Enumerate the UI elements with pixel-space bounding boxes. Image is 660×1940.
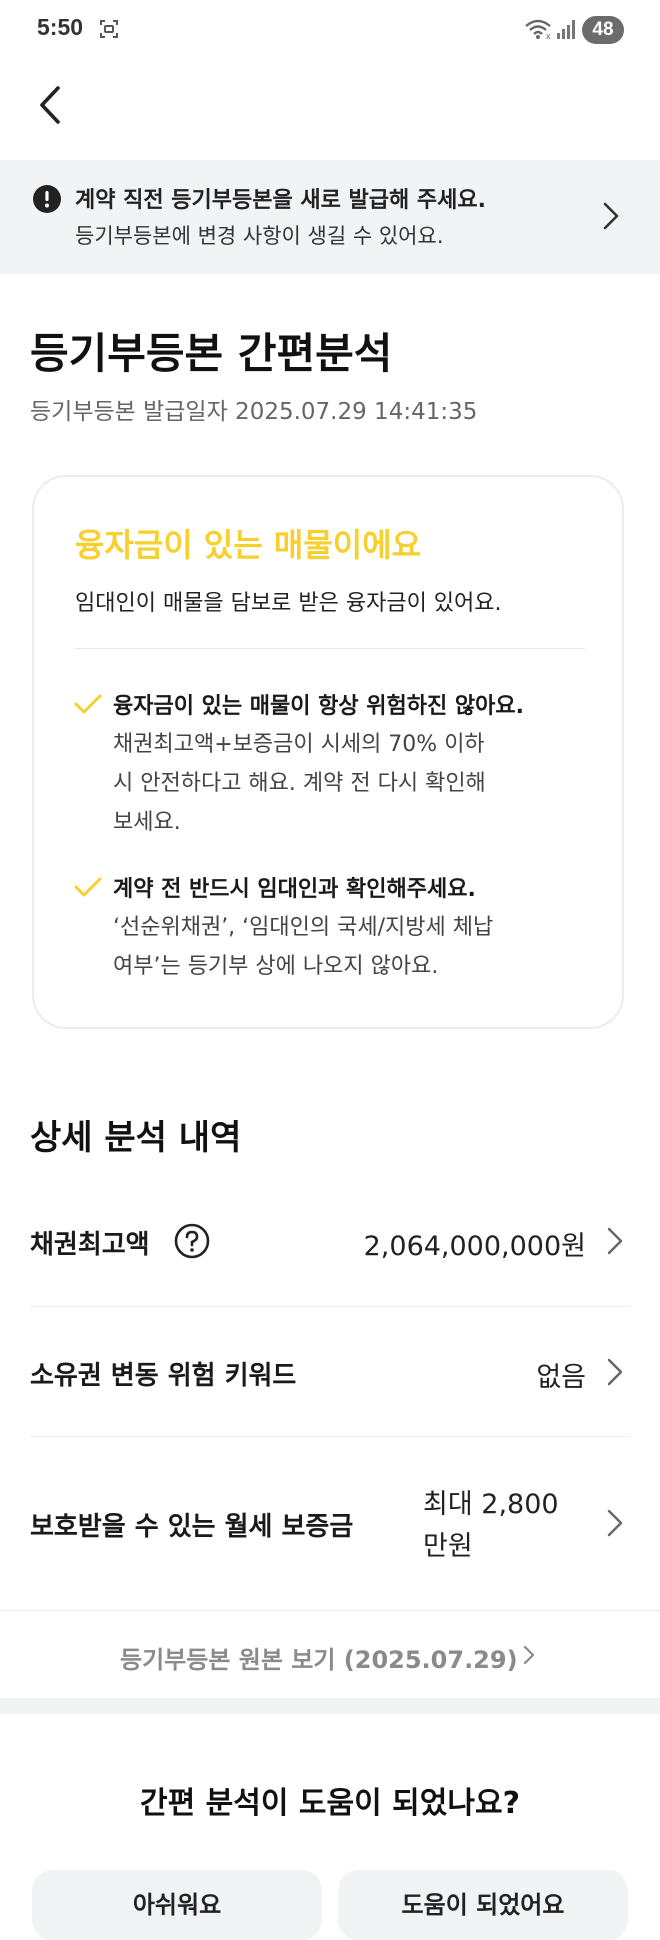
status-bar: 5:50 x 48 — [0, 0, 660, 60]
check-body-line: 채권최고액+보증금이 시세의 70% 이하 — [113, 732, 485, 757]
chevron-right-icon — [523, 1645, 535, 1665]
row-value: 2,064,000,000원 — [363, 1231, 586, 1262]
check-body: ‘선순위채권’, ‘임대인의 국세/지방세 체납 여부’는 등기부 상에 나오지… — [113, 908, 493, 986]
card-divider — [75, 648, 585, 649]
feedback-positive-button[interactable]: 도움이 되었어요 — [338, 1870, 628, 1940]
wifi-icon: x — [525, 19, 551, 40]
chevron-right-icon — [607, 1358, 623, 1386]
row-label: 채권최고액 — [30, 1230, 150, 1260]
check-body-line: 보세요. — [113, 810, 181, 835]
section-title: 상세 분석 내역 — [30, 1118, 242, 1158]
row-value: 최대 2,800 만원 — [423, 1484, 559, 1568]
chevron-right-icon — [607, 1509, 623, 1537]
check-body-line: 여부’는 등기부 상에 나오지 않아요. — [113, 954, 439, 979]
issue-date: 등기부등본 발급일자 2025.07.29 14:41:35 — [30, 399, 478, 425]
feedback-question: 간편 분석이 도움이 되었나요? — [140, 1786, 520, 1821]
row-label: 소유권 변동 위험 키워드 — [30, 1361, 297, 1391]
page-title: 등기부등본 간편분석 — [30, 329, 393, 378]
help-icon[interactable] — [174, 1223, 210, 1259]
feedback-negative-button[interactable]: 아쉬워요 — [32, 1870, 322, 1940]
row-value: 없음 — [536, 1362, 586, 1393]
check-body: 채권최고액+보증금이 시세의 70% 이하 시 안전하다고 해요. 계약 전 다… — [113, 725, 486, 842]
row-value-line: 만원 — [423, 1531, 473, 1562]
check-body-line: 시 안전하다고 해요. 계약 전 다시 확인해 — [113, 771, 486, 796]
notice-subtitle: 등기부등본에 변경 사항이 생길 수 있어요. — [75, 224, 444, 248]
back-arrow-icon[interactable] — [30, 80, 74, 130]
section-separator — [0, 1698, 660, 1714]
check-body-line: ‘선순위채권’, ‘임대인의 국세/지방세 체납 — [113, 915, 494, 940]
row-value-line: 최대 2,800 — [423, 1489, 559, 1520]
check-icon — [74, 694, 102, 714]
alert-icon — [33, 185, 61, 213]
summary-description: 임대인이 매물을 담보로 받은 융자금이 있어요. — [75, 591, 502, 616]
check-title: 융자금이 있는 매물이 항상 위험하진 않아요. — [113, 694, 524, 719]
screen-record-icon — [100, 20, 118, 38]
notice-title: 계약 직전 등기부등본을 새로 발급해 주세요. — [75, 188, 486, 213]
battery-indicator: 48 — [582, 16, 624, 44]
check-title: 계약 전 반드시 임대인과 확인해주세요. — [113, 877, 476, 902]
status-time: 5:50 — [37, 14, 84, 40]
check-icon — [74, 877, 102, 897]
row-label: 보호받을 수 있는 월세 보증금 — [30, 1512, 354, 1542]
summary-headline: 융자금이 있는 매물이에요 — [75, 526, 422, 564]
chevron-right-icon — [603, 202, 619, 230]
svg-text:x: x — [546, 31, 551, 40]
signal-icon — [557, 20, 575, 39]
notice-banner[interactable] — [0, 160, 660, 274]
view-original-label: 등기부등본 원본 보기 (2025.07.29) — [120, 1646, 518, 1674]
chevron-right-icon — [607, 1227, 623, 1255]
